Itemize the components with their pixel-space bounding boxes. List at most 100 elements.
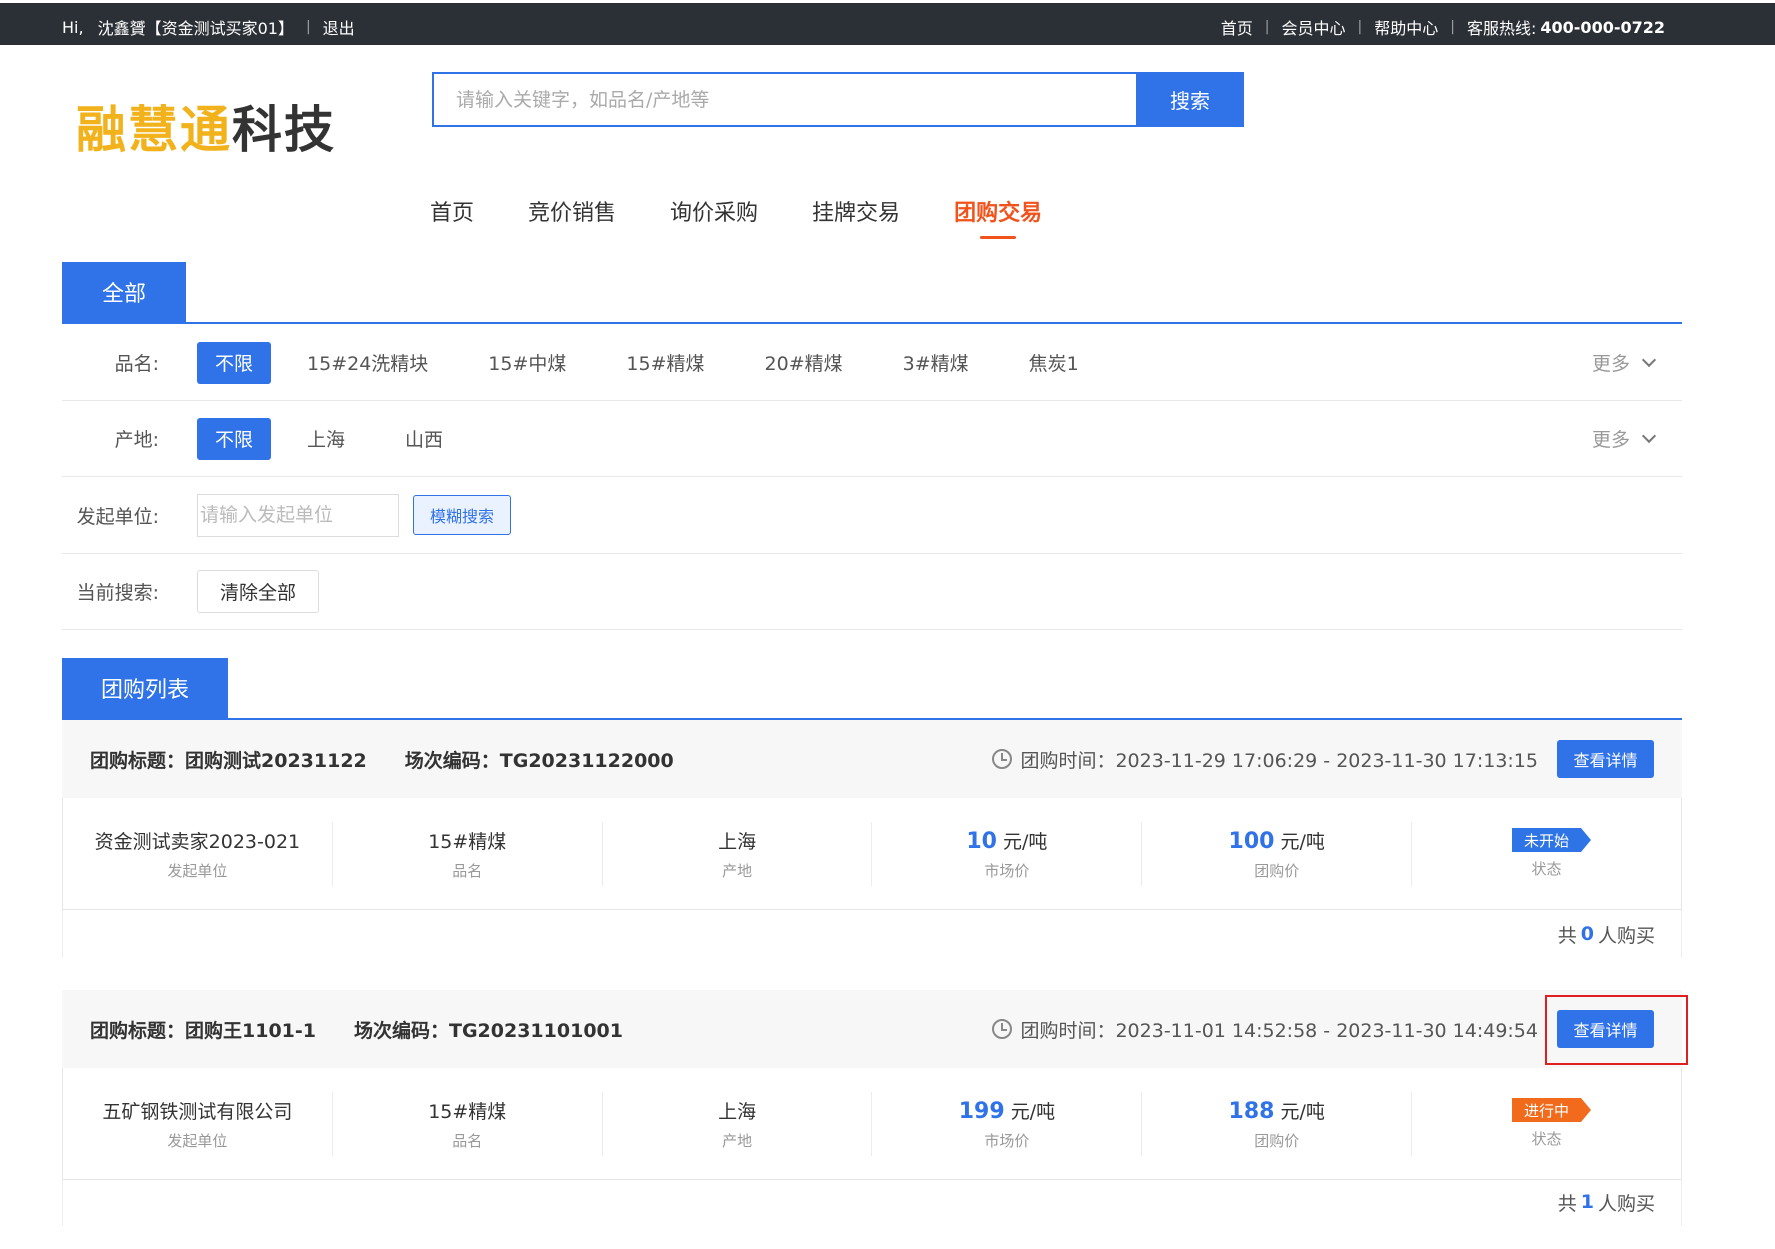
nav-listing-trade[interactable]: 挂牌交易 — [812, 195, 900, 227]
nav-auction-sales[interactable]: 竞价销售 — [528, 195, 616, 227]
list-tab-bar: 团购列表 — [62, 658, 1682, 720]
product-option[interactable]: 15#精煤 — [608, 342, 722, 384]
group-price-unit: 元/吨 — [1280, 1100, 1325, 1123]
divider: | — [1450, 19, 1455, 35]
origin-option-unlimited[interactable]: 不限 — [197, 417, 272, 460]
highlight-box — [1545, 995, 1688, 1065]
tab-all[interactable]: 全部 — [62, 262, 186, 322]
origin-filter-label: 产地: — [114, 429, 159, 451]
market-price-cell: 199 元/吨 市场价 — [872, 1091, 1143, 1156]
more-label: 更多 — [1591, 429, 1630, 451]
initiator-label: 发起单位 — [167, 1131, 228, 1150]
card-header: 团购标题：团购测试20231122 场次编码：TG20231122000 团购时… — [62, 720, 1682, 798]
origin-option[interactable]: 上海 — [289, 418, 363, 460]
initiator-label: 发起单位 — [167, 861, 228, 880]
product-option[interactable]: 15#24洗精块 — [289, 342, 446, 384]
logo-text-part2: 科技 — [232, 101, 336, 159]
card-code: 场次编码：TG20231122000 — [404, 749, 674, 772]
buyers-count: 0 — [1580, 923, 1594, 945]
product-option[interactable]: 20#精煤 — [747, 342, 861, 384]
origin-value: 上海 — [718, 830, 757, 853]
origin-cell: 上海 产地 — [603, 1091, 873, 1156]
filter-tab-bar: 全部 — [62, 262, 1682, 324]
status-label: 状态 — [1531, 1130, 1562, 1148]
origin-option[interactable]: 山西 — [387, 418, 461, 460]
search-box: 搜索 — [432, 72, 1244, 127]
chevron-down-icon — [1641, 352, 1657, 368]
card-time-text: 团购时间：2023-11-01 14:52:58 - 2023-11-30 14… — [1020, 1019, 1538, 1042]
product-option[interactable]: 15#中煤 — [470, 342, 584, 384]
logout-link[interactable]: 退出 — [323, 15, 355, 39]
fuzzy-search-button[interactable]: 模糊搜索 — [413, 495, 512, 535]
hotline-label: 客服热线: — [1466, 19, 1537, 38]
market-price-unit: 元/吨 — [1010, 1100, 1056, 1123]
initiator-cell: 资金测试卖家2023-021 发起单位 — [63, 821, 333, 886]
user-name: 沈鑫贇【资金测试买家01】 — [97, 19, 294, 38]
nav-home[interactable]: 首页 — [430, 195, 474, 227]
user-info: Hi, 沈鑫贇【资金测试买家01】 | 退出 — [62, 15, 355, 39]
help-center-link[interactable]: 帮助中心 — [1374, 15, 1438, 39]
top-home-link[interactable]: 首页 — [1221, 15, 1253, 39]
origin-more-toggle[interactable]: 更多 — [1591, 425, 1657, 452]
clear-all-button[interactable]: 清除全部 — [197, 570, 320, 613]
market-price-value: 10 — [966, 828, 997, 854]
group-price-value: 100 — [1228, 828, 1275, 854]
product-option-unlimited[interactable]: 不限 — [197, 341, 272, 384]
origin-cell: 上海 产地 — [603, 821, 873, 886]
card-footer: 共 0 人购买 — [62, 910, 1682, 958]
product-option[interactable]: 焦炭1 — [1011, 342, 1097, 384]
product-filter-label: 品名: — [114, 353, 159, 375]
current-search-row: 当前搜索: 清除全部 — [62, 554, 1682, 630]
buyers-suffix: 人购买 — [1597, 924, 1655, 947]
product-label: 品名 — [452, 861, 483, 880]
market-price-cell: 10 元/吨 市场价 — [872, 821, 1143, 886]
product-filter-row: 品名: 不限 15#24洗精块 15#中煤 15#精煤 20#精煤 3#精煤 焦… — [62, 325, 1682, 401]
group-price-cell: 188 元/吨 团购价 — [1142, 1091, 1413, 1156]
card-body: 资金测试卖家2023-021 发起单位 15#精煤 品名 上海 产地 10 元/… — [62, 798, 1682, 910]
card-title: 团购标题：团购测试20231122 — [90, 749, 367, 772]
product-option[interactable]: 3#精煤 — [885, 342, 987, 384]
card-body: 五矿钢铁测试有限公司 发起单位 15#精煤 品名 上海 产地 199 元/吨 市… — [62, 1068, 1682, 1180]
divider: | — [1357, 19, 1363, 35]
market-price-value: 199 — [958, 1098, 1005, 1124]
search-input[interactable] — [434, 74, 1242, 125]
member-center-link[interactable]: 会员中心 — [1282, 15, 1346, 39]
clock-icon — [992, 1019, 1013, 1039]
product-cell: 15#精煤 品名 — [333, 821, 603, 886]
origin-value: 上海 — [718, 1100, 757, 1123]
product-value: 15#精煤 — [428, 1100, 507, 1123]
product-more-toggle[interactable]: 更多 — [1592, 349, 1657, 376]
search-button[interactable]: 搜索 — [1136, 72, 1244, 127]
origin-label: 产地 — [722, 1131, 753, 1150]
buyers-suffix: 人购买 — [1597, 1192, 1655, 1215]
initiator-value: 五矿钢铁测试有限公司 — [102, 1100, 293, 1123]
card-time: 团购时间：2023-11-01 14:52:58 - 2023-11-30 14… — [992, 1016, 1538, 1043]
card-time: 团购时间：2023-11-29 17:06:29 - 2023-11-30 17… — [992, 746, 1538, 773]
top-bar: Hi, 沈鑫贇【资金测试买家01】 | 退出 首页 | 会员中心 | 帮助中心 … — [0, 3, 1775, 45]
product-label: 品名 — [452, 1131, 483, 1150]
product-cell: 15#精煤 品名 — [333, 1091, 603, 1156]
nav-inquiry-purchase[interactable]: 询价采购 — [670, 195, 758, 227]
card-code: 场次编码：TG20231101001 — [354, 1019, 623, 1042]
initiator-cell: 五矿钢铁测试有限公司 发起单位 — [63, 1091, 333, 1156]
buyers-prefix: 共 — [1557, 1192, 1577, 1215]
group-price-unit: 元/吨 — [1280, 830, 1325, 853]
group-price-value: 188 — [1228, 1098, 1275, 1124]
top-links: 首页 | 会员中心 | 帮助中心 | 客服热线: 400-000-0722 — [1221, 15, 1665, 39]
divider: | — [305, 19, 311, 35]
tab-group-buy-list[interactable]: 团购列表 — [62, 658, 228, 718]
status-badge: 进行中 — [1512, 1098, 1592, 1122]
chevron-down-icon — [1641, 428, 1657, 444]
buyers-count: 1 — [1580, 1191, 1594, 1213]
divider: | — [1264, 19, 1270, 35]
card-time-text: 团购时间：2023-11-29 17:06:29 - 2023-11-30 17… — [1020, 749, 1538, 772]
nav-group-buy[interactable]: 团购交易 — [954, 195, 1042, 227]
clock-icon — [992, 749, 1013, 769]
current-search-label: 当前搜索: — [76, 582, 159, 604]
main-nav: 首页 竞价销售 询价采购 挂牌交易 团购交易 — [430, 195, 1096, 227]
market-price-unit: 元/吨 — [1003, 830, 1048, 853]
greeting: Hi, — [62, 17, 84, 37]
site-logo[interactable]: 融慧通科技 — [76, 90, 336, 162]
view-details-button[interactable]: 查看详情 — [1557, 740, 1654, 778]
unit-input[interactable] — [197, 493, 399, 537]
